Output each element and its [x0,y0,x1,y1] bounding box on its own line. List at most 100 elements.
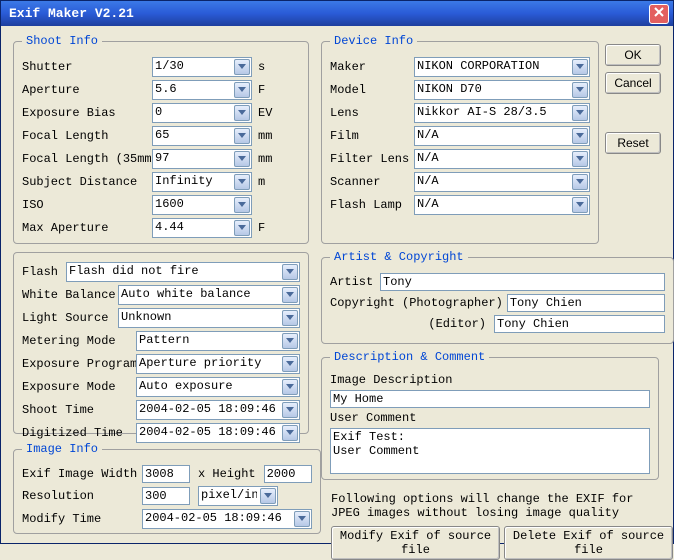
chevron-down-icon[interactable] [572,105,588,121]
reset-button[interactable]: Reset [605,132,661,154]
delete-exif-button[interactable]: Delete Exif of source file [504,526,673,560]
dialog-buttons: OK Cancel Reset [605,44,661,154]
chevron-down-icon[interactable] [572,59,588,75]
device-legend: Device Info [330,34,417,48]
iso-label: ISO [22,198,148,212]
resolution-label: Resolution [22,489,138,503]
shoot-info-group: Shoot Info Shutter1/30s Aperture5.6F Exp… [13,34,309,244]
chevron-down-icon[interactable] [282,287,298,303]
shoottime-combo[interactable]: 2004-02-05 18:09:46 [136,400,300,420]
chevron-down-icon[interactable] [572,151,588,167]
chevron-down-icon[interactable] [234,59,250,75]
focal35-combo[interactable]: 97 [152,149,252,169]
modifytime-combo[interactable]: 2004-02-05 18:09:46 [142,509,312,529]
shutter-unit: s [258,60,265,74]
chevron-down-icon[interactable] [234,197,250,213]
chevron-down-icon[interactable] [572,82,588,98]
focal-combo[interactable]: 65 [152,126,252,146]
scanner-combo[interactable]: N/A [414,172,590,192]
window-title: Exif Maker V2.21 [5,6,134,21]
filter-label: Filter Lens [330,152,410,166]
mm-combo[interactable]: Pattern [136,331,300,351]
chevron-down-icon[interactable] [234,82,250,98]
device-info-group: Device Info MakerNIKON CORPORATION Model… [321,34,599,244]
imgdesc-label: Image Description [330,373,452,387]
scanner-label: Scanner [330,175,410,189]
close-button[interactable] [649,4,669,24]
ok-button[interactable]: OK [605,44,661,66]
chevron-down-icon[interactable] [294,511,310,527]
exif-width-field[interactable] [142,465,190,483]
modify-exif-button[interactable]: Modify Exif of source file [331,526,500,560]
expbias-unit: EV [258,106,272,120]
shutter-combo[interactable]: 1/30 [152,57,252,77]
em-combo[interactable]: Auto exposure [136,377,300,397]
footer-buttons: Modify Exif of source file Delete Exif o… [331,526,673,560]
lens-combo[interactable]: Nikkor AI-S 28/3.5 [414,103,590,123]
shutter-label: Shutter [22,60,148,74]
chevron-down-icon[interactable] [282,264,298,280]
maxap-unit: F [258,221,265,235]
chevron-down-icon[interactable] [260,488,276,504]
chevron-down-icon[interactable] [234,174,250,190]
iso-combo[interactable]: 1600 [152,195,252,215]
lens-label: Lens [330,106,410,120]
usercomment-field[interactable]: Exif Test: User Comment [330,428,650,474]
chevron-down-icon[interactable] [282,379,298,395]
artist-legend: Artist & Copyright [330,250,468,264]
chevron-down-icon[interactable] [282,310,298,326]
shoot-legend: Shoot Info [22,34,102,48]
focal35-label: Focal Length (35mm) [22,152,148,166]
shoottime-label: Shoot Time [22,403,132,417]
chevron-down-icon[interactable] [234,151,250,167]
maxap-combo[interactable]: 4.44 [152,218,252,238]
chevron-down-icon[interactable] [572,174,588,190]
flashlamp-combo[interactable]: N/A [414,195,590,215]
image-info-group: Image Info Exif Image Widthx Height Reso… [13,442,321,534]
photographer-field[interactable] [507,294,665,312]
chevron-down-icon[interactable] [234,220,250,236]
exif-height-field[interactable] [264,465,312,483]
photographer-label: Copyright (Photographer) [330,296,503,310]
focal35-unit: mm [258,152,272,166]
resolution-field[interactable] [142,487,190,505]
chevron-down-icon[interactable] [572,197,588,213]
content: Shoot Info Shutter1/30s Aperture5.6F Exp… [1,26,673,543]
subjdist-combo[interactable]: Infinity [152,172,252,192]
ls-label: Light Source [22,311,114,325]
maxap-label: Max Aperture [22,221,148,235]
aperture-combo[interactable]: 5.6 [152,80,252,100]
modifytime-label: Modify Time [22,512,138,526]
wb-label: White Balance [22,288,114,302]
ep-combo[interactable]: Aperture priority [136,354,300,374]
model-combo[interactable]: NIKON D70 [414,80,590,100]
ls-combo[interactable]: Unknown [118,308,300,328]
chevron-down-icon[interactable] [282,425,298,441]
imgdesc-field[interactable] [330,390,650,408]
flash-combo[interactable]: Flash did not fire [66,262,300,282]
filter-combo[interactable]: N/A [414,149,590,169]
ep-label: Exposure Program [22,357,132,371]
digitized-combo[interactable]: 2004-02-05 18:09:46 [136,423,300,443]
artist-field[interactable] [380,273,665,291]
mm-label: Metering Mode [22,334,132,348]
chevron-down-icon[interactable] [234,128,250,144]
chevron-down-icon[interactable] [234,105,250,121]
subjdist-label: Subject Distance [22,175,148,189]
editor-label: (Editor) [330,317,490,331]
chevron-down-icon[interactable] [572,128,588,144]
expbias-combo[interactable]: 0 [152,103,252,123]
chevron-down-icon[interactable] [282,402,298,418]
maker-combo[interactable]: NIKON CORPORATION [414,57,590,77]
cancel-button[interactable]: Cancel [605,72,661,94]
film-combo[interactable]: N/A [414,126,590,146]
chevron-down-icon[interactable] [282,333,298,349]
wb-combo[interactable]: Auto white balance [118,285,300,305]
chevron-down-icon[interactable] [282,356,298,372]
digitized-label: Digitized Time [22,426,132,440]
resolution-unit-combo[interactable]: pixel/inc [198,486,278,506]
film-label: Film [330,129,410,143]
editor-field[interactable] [494,315,665,333]
flash-exposure-group: Flash Flash did not fire White Balance Aut… [13,252,309,434]
flash-label: Flash [22,265,62,279]
